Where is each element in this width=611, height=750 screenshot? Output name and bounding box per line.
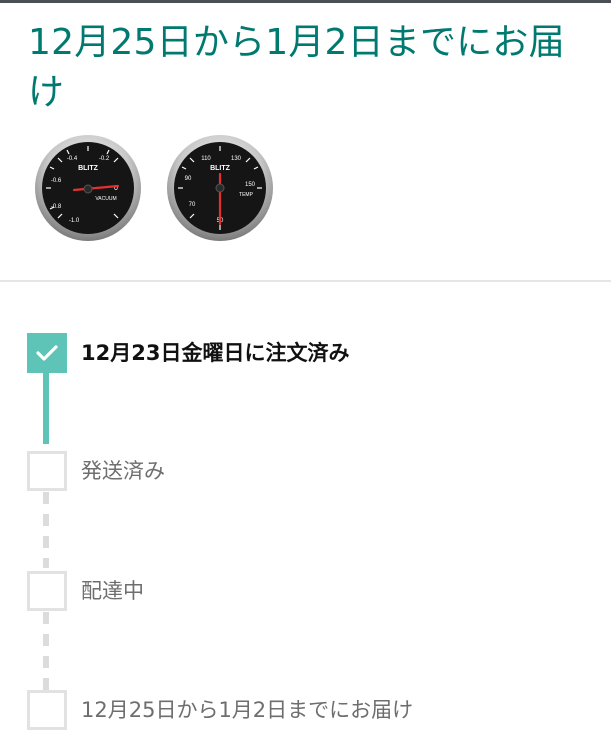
checkmark-icon [36, 345, 58, 361]
step-label: 配達中 [81, 579, 144, 603]
step-checkbox-unchecked [27, 571, 67, 611]
shipment-tracker: 12月23日金曜日に注文済み 発送済み 配達中 12月25日から1月2日までにお… [0, 0, 611, 750]
step-checkbox-unchecked [27, 690, 67, 730]
step-label: 12月25日から1月2日までにお届け [81, 698, 414, 722]
tracker-step-out-for-delivery: 配達中 [27, 571, 597, 611]
tracker-line-completed [43, 368, 49, 444]
step-checkbox-unchecked [27, 451, 67, 491]
tracker-step-delivered: 12月25日から1月2日までにお届け [27, 690, 597, 730]
step-checkbox-checked [27, 333, 67, 373]
step-label: 発送済み [81, 459, 165, 483]
tracker-line-pending [43, 612, 49, 690]
tracker-line-pending [43, 492, 49, 568]
step-label: 12月23日金曜日に注文済み [81, 341, 350, 365]
tracker-step-ordered: 12月23日金曜日に注文済み [27, 333, 597, 373]
tracker-step-shipped: 発送済み [27, 451, 597, 491]
